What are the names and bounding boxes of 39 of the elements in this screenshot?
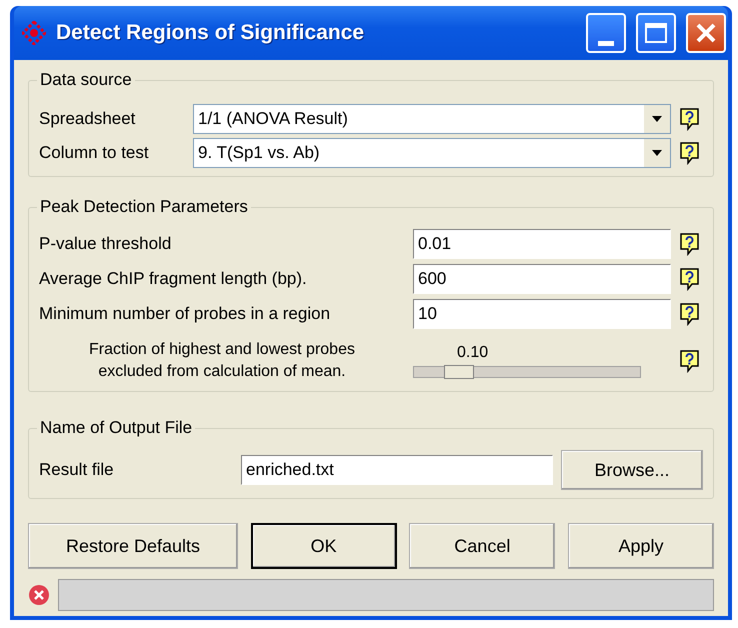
- help-icon[interactable]: [679, 107, 701, 131]
- error-icon: [28, 584, 50, 606]
- group-title: Name of Output File: [39, 418, 194, 438]
- help-icon[interactable]: [679, 232, 701, 256]
- dropdown[interactable]: 9. T(Sp1 vs. Ab): [193, 138, 671, 168]
- help-icon[interactable]: [679, 267, 701, 291]
- field-label: P-value threshold: [39, 234, 172, 254]
- close-icon[interactable]: [694, 21, 718, 45]
- close-button[interactable]: [686, 13, 726, 53]
- dialog-button[interactable]: OK: [250, 523, 397, 569]
- caret-icon[interactable]: [651, 115, 663, 123]
- group-title: Peak Detection Parameters: [39, 197, 249, 217]
- browse-button[interactable]: Browse...: [561, 450, 703, 490]
- field-label: Fraction of highest and lowest probes excluded from calculation of mean.: [88, 340, 356, 382]
- field-label: Average ChIP fragment length (bp).: [39, 269, 308, 289]
- field-label: Result file: [39, 460, 115, 480]
- crosshair-icon: [22, 21, 46, 45]
- maximize-button[interactable]: [636, 13, 676, 53]
- input-field[interactable]: 10: [413, 299, 671, 329]
- minimize-button[interactable]: [586, 13, 626, 53]
- field-label: Spreadsheet: [39, 109, 136, 129]
- help-icon[interactable]: [679, 349, 701, 373]
- help-icon[interactable]: [679, 141, 701, 165]
- slider-track[interactable]: [413, 366, 641, 378]
- group-title: Data source: [39, 70, 133, 90]
- window-title: Detect Regions of Significance: [56, 21, 366, 45]
- field-label: Column to test: [39, 143, 150, 163]
- dialog-button[interactable]: Restore Defaults: [28, 523, 238, 569]
- help-icon[interactable]: [679, 302, 701, 326]
- input-field[interactable]: 600: [413, 264, 671, 294]
- dropdown[interactable]: 1/1 (ANOVA Result): [193, 104, 671, 134]
- input-field[interactable]: 0.01: [413, 229, 671, 259]
- input-field[interactable]: enriched.txt: [241, 455, 553, 485]
- field-label: Minimum number of probes in a region: [39, 304, 332, 324]
- slider-thumb[interactable]: [444, 365, 474, 379]
- caret-icon[interactable]: [651, 149, 663, 157]
- dialog-button[interactable]: Apply: [568, 523, 714, 569]
- dialog-button[interactable]: Cancel: [409, 523, 556, 569]
- slider-value: 0.10: [457, 344, 488, 361]
